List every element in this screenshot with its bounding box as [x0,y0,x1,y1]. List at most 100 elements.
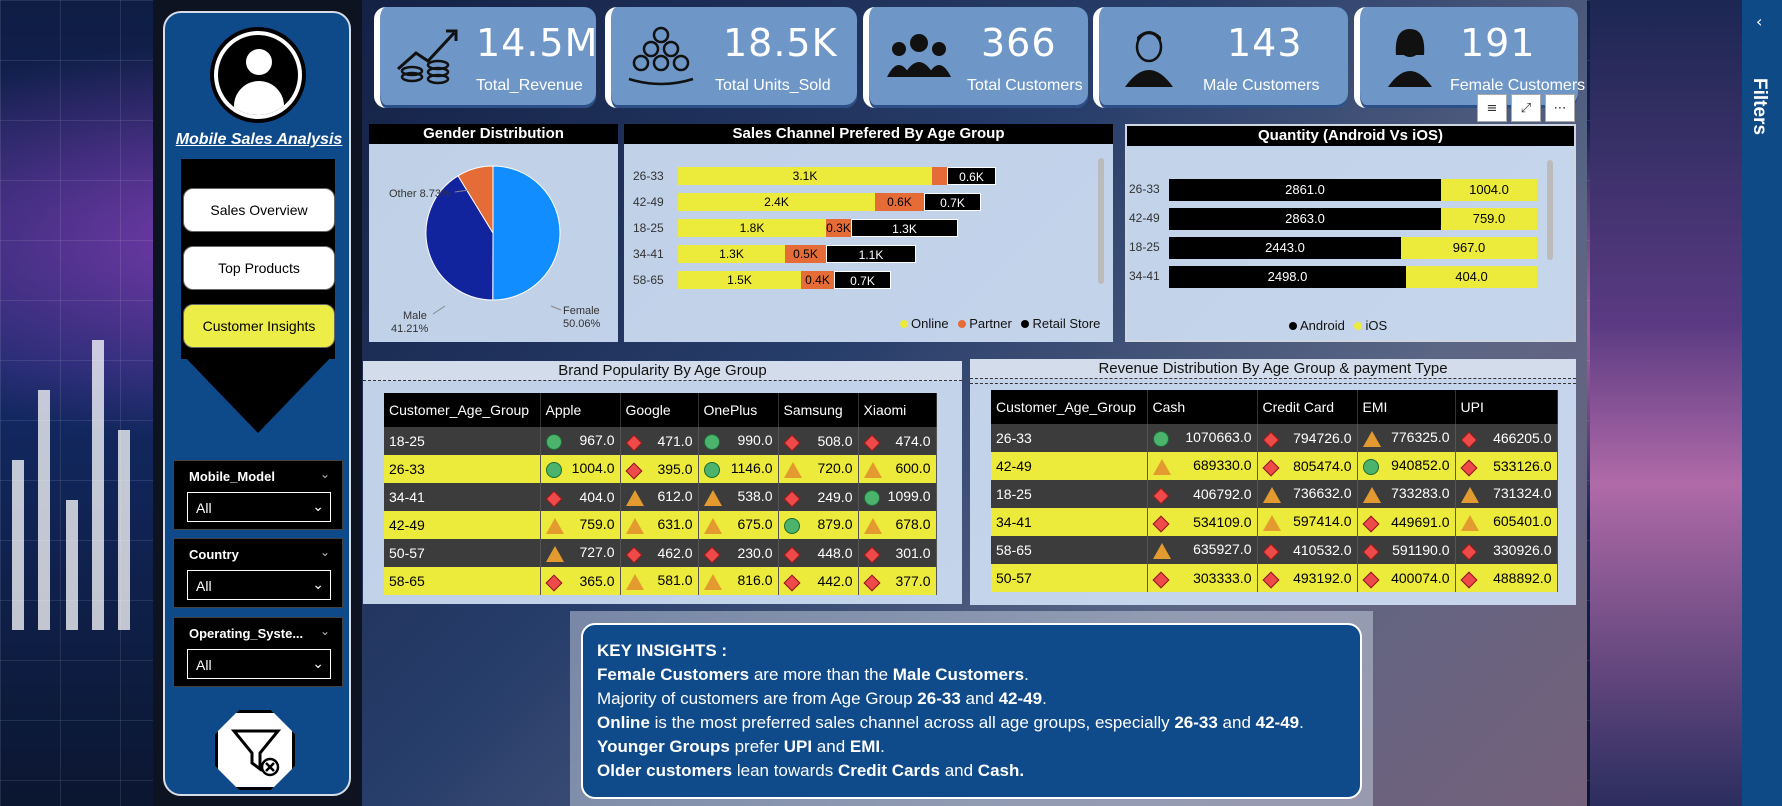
quantity-bar-ios[interactable]: 759.0 [1441,208,1537,230]
insight-line: Older customers lean towards Credit Card… [597,761,1025,780]
value-cell: 410532.0 [1257,536,1358,564]
channel-bar-online[interactable]: 3.1K [678,167,932,185]
channel-bar-partner[interactable] [932,167,947,185]
value-cell: 404.0 [540,483,621,511]
quantity-bar-android[interactable]: 2443.0 [1169,237,1401,259]
table-row[interactable]: 58-65 635927.0 410532.0 591190.0 330926.0 [991,536,1558,564]
filters-pane[interactable]: ‹ Filters [1742,0,1782,806]
channel-bar-partner[interactable]: 0.6K [875,193,924,211]
column-header[interactable]: Google [620,393,699,427]
channel-bar-partner[interactable]: 0.5K [785,245,826,263]
kpi-value: 18.5K [723,21,838,65]
value-cell: 605401.0 [1455,508,1558,536]
quantity-bar-android[interactable]: 2498.0 [1169,266,1406,288]
triangle-indicator-icon [1262,515,1281,531]
revenue-distribution-visual[interactable]: Revenue Distribution By Age Group & paym… [970,359,1576,605]
channel-bar-retail-store[interactable]: 1.1K [826,245,916,263]
channel-bar-online[interactable]: 1.3K [678,245,785,263]
nav-customer-insights-button[interactable]: Customer Insights [183,304,335,348]
operating-system-dropdown[interactable]: All ⌄ [187,649,331,679]
axis-label: 42-49 [633,195,664,209]
channel-bar-partner[interactable]: 0.3K [826,219,851,237]
quantity-bar-ios[interactable]: 967.0 [1401,237,1537,259]
table-row[interactable]: 34-41 534109.0 597414.0 449691.0 605401.0 [991,508,1558,536]
nav-sales-overview-button[interactable]: Sales Overview [183,188,335,232]
chevron-down-icon: ⌄ [312,655,324,671]
quantity-android-ios-visual[interactable]: Quantity (Android Vs iOS) 26-33 2861.0 100… [1125,124,1576,342]
column-header[interactable]: OnePlus [698,393,779,427]
column-header[interactable]: UPI [1455,390,1558,424]
table-row[interactable]: 18-25 406792.0 736632.0 733283.0 731324.0 [991,480,1558,508]
column-header[interactable]: Apple [540,393,621,427]
gender-pie-chart[interactable]: Female50.06% Male41.21% Other 8.73% [369,144,618,342]
collapse-chevron-icon[interactable]: ⌄ [320,624,330,638]
quantity-bar-ios[interactable]: 1004.0 [1441,179,1537,201]
table-row[interactable]: 42-49 689330.0 805474.0 940852.0 533126.0 [991,452,1558,480]
column-header[interactable]: EMI [1357,390,1456,424]
scrollbar[interactable] [1098,158,1104,284]
pie-slice-female[interactable] [492,165,561,301]
gender-distribution-visual[interactable]: Gender Distribution Female 50.06% Male 41.2… [369,124,618,342]
value-cell: 597414.0 [1257,508,1358,536]
kpi-label: Total Units_Sold [715,77,831,94]
table-row[interactable]: 50-57 303333.0 493192.0 400074.0 488892.0 [991,564,1558,592]
table-row[interactable]: 34-41 404.0 612.0 538.0 249.0 1099.0 [384,483,937,511]
column-header[interactable]: Customer_Age_Group [991,390,1148,424]
circle-indicator-icon [703,434,720,450]
axis-label: 18-25 [633,221,664,235]
collapse-chevron-icon[interactable]: ⌄ [320,467,330,481]
column-header[interactable]: Samsung [778,393,859,427]
channel-bar-online[interactable]: 1.8K [678,219,826,237]
mobile-model-slicer: Mobile_Model ⌄ All ⌄ [173,460,343,530]
revenue-chart-icon [397,29,458,85]
nav-top-products-button[interactable]: Top Products [183,246,335,290]
diamond-indicator-icon [863,574,880,592]
circle-indicator-icon [545,462,562,478]
quantity-bar-android[interactable]: 2861.0 [1169,179,1441,201]
filter-icon[interactable]: ≡ [1477,94,1507,122]
pie-label-female: Female [563,305,600,317]
channel-bar-partner[interactable]: 0.4K [801,271,834,289]
value-cell: 816.0 [698,567,779,595]
column-header[interactable]: Cash [1147,390,1258,424]
mobile-model-dropdown[interactable]: All ⌄ [187,492,331,522]
brand-matrix[interactable]: Customer_Age_Group Apple Google OnePlus Sams… [384,393,937,595]
scrollbar[interactable] [1547,160,1553,260]
focus-mode-icon[interactable]: ⤢ [1511,94,1541,122]
quantity-bar-android[interactable]: 2863.0 [1169,208,1441,230]
diamond-indicator-icon [1460,431,1477,449]
channel-bar-retail-store[interactable]: 1.3K [851,219,958,237]
kpi-value: 366 [981,21,1057,65]
brand-popularity-visual[interactable]: Brand Popularity By Age Group Customer_A… [363,361,962,604]
sales-channel-visual[interactable]: Sales Channel Prefered By Age Group 26-3… [624,124,1113,342]
channel-bar-retail-store[interactable]: 0.6K [947,167,996,185]
clear-filters-button[interactable] [215,710,295,790]
expand-chevron-icon[interactable]: ‹ [1756,12,1762,31]
more-options-icon[interactable]: ⋯ [1545,94,1575,122]
diamond-indicator-icon [1262,543,1279,561]
kpi-female-customers: 191 Female Customers [1354,7,1585,108]
column-header[interactable]: Customer_Age_Group [384,393,541,427]
table-row[interactable]: 18-25 967.0 471.0 990.0 508.0 474.0 [384,427,937,455]
triangle-indicator-icon [783,462,802,478]
revenue-matrix[interactable]: Customer_Age_Group Cash Credit Card EMI UPI 2… [991,390,1558,592]
column-header[interactable]: Credit Card [1257,390,1358,424]
channel-bar-online[interactable]: 1.5K [678,271,801,289]
table-row[interactable]: 26-33 1070663.0 794726.0 776325.0 466205.0 [991,424,1558,452]
channel-bar-online[interactable]: 2.4K [678,193,875,211]
diamond-indicator-icon [1152,571,1169,589]
quantity-bar-ios[interactable]: 404.0 [1406,266,1537,288]
table-row[interactable]: 42-49 759.0 631.0 675.0 879.0 678.0 [384,511,937,539]
table-row[interactable]: 58-65 365.0 581.0 816.0 442.0 377.0 [384,567,937,595]
filters-pane-label[interactable]: Filters [1748,78,1770,135]
channel-bar-retail-store[interactable]: 0.7K [924,193,981,211]
table-row[interactable]: 26-33 1004.0 395.0 1146.0 720.0 600.0 [384,455,937,483]
diamond-indicator-icon [1460,571,1477,589]
circle-indicator-icon [703,462,720,478]
channel-bar-retail-store[interactable]: 0.7K [834,271,891,289]
table-row[interactable]: 50-57 727.0 462.0 230.0 448.0 301.0 [384,539,937,567]
diamond-indicator-icon [625,462,642,480]
column-header[interactable]: Xiaomi [858,393,937,427]
country-dropdown[interactable]: All ⌄ [187,570,331,600]
collapse-chevron-icon[interactable]: ⌄ [320,545,330,559]
